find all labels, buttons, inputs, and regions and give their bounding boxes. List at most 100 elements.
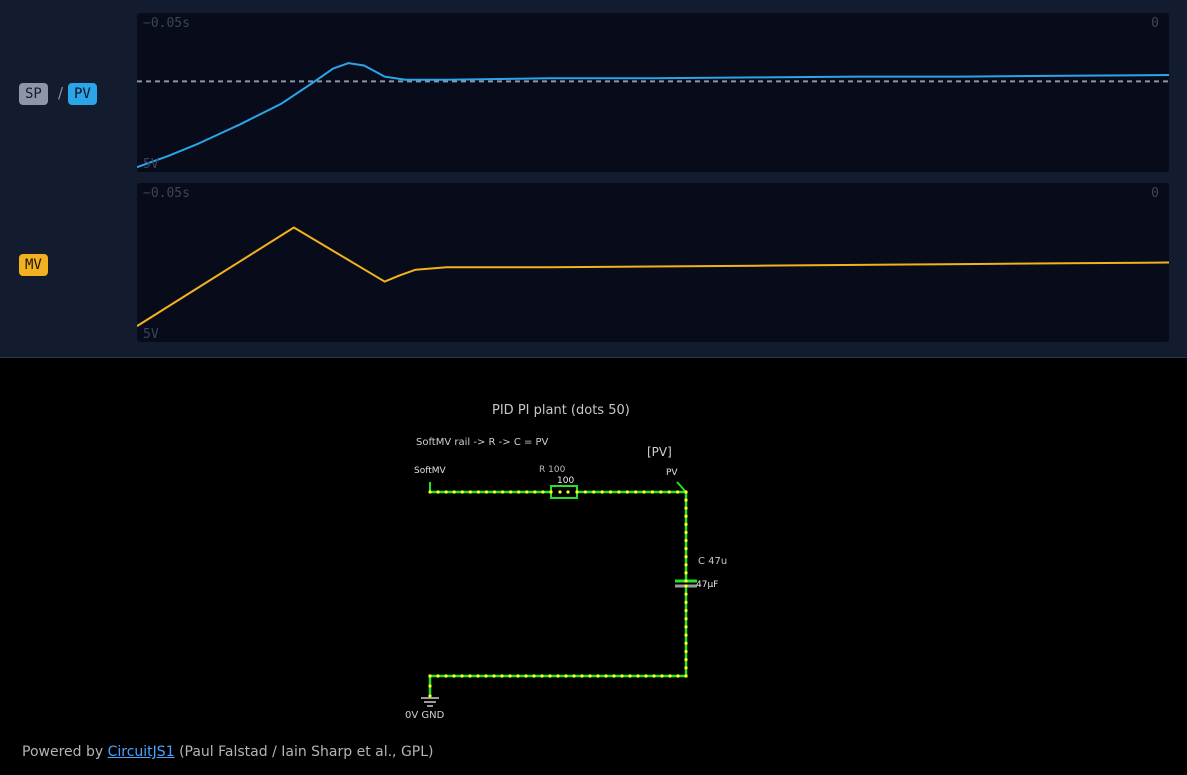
current-dot	[484, 490, 489, 494]
time-end-label: 0	[1151, 16, 1159, 31]
pv-node-label: PV	[666, 468, 678, 478]
current-dot	[558, 490, 562, 494]
current-dot	[684, 555, 688, 559]
current-dot	[476, 674, 480, 678]
current-dot	[684, 571, 688, 575]
mv-plot-canvas	[137, 226, 1169, 327]
current-dot	[596, 674, 600, 678]
current-dot	[484, 674, 488, 678]
sp-pv-scope-plot[interactable]: −0.05s 0 5V	[137, 13, 1169, 172]
circuit-canvas[interactable]: PID PI plant (dots 50) SoftMV rail -> R …	[0, 358, 1187, 775]
current-dot	[636, 674, 640, 678]
current-dot	[444, 674, 448, 678]
circuit-title: PID PI plant (dots 50)	[492, 403, 630, 418]
current-dot	[617, 490, 621, 494]
current-dot	[684, 538, 688, 543]
circuit-description: SoftMV rail -> R -> C = PV	[416, 437, 549, 448]
current-dot	[684, 498, 688, 502]
current-dot	[600, 490, 604, 494]
current-dot	[668, 674, 672, 678]
pv-trace	[137, 62, 1169, 169]
current-dot	[684, 547, 688, 551]
current-dot	[684, 490, 688, 494]
current-dot	[667, 490, 671, 494]
current-dot	[644, 674, 648, 678]
softmv-label: SoftMV	[414, 466, 446, 476]
current-dot	[684, 641, 688, 645]
sp-badge[interactable]: SP	[19, 83, 48, 105]
footer-credits: Powered by CircuitJS1 (Paul Falstad / Ia…	[22, 744, 434, 760]
wires	[428, 481, 688, 698]
time-start-label: −0.05s	[143, 186, 190, 201]
circuit-schematic	[421, 481, 697, 707]
current-dot	[540, 674, 544, 678]
resistor-name-label: R 100	[539, 465, 566, 475]
current-dot	[501, 490, 505, 494]
scale-label: 5V	[143, 157, 159, 172]
current-dot	[684, 579, 688, 583]
current-dot	[620, 674, 624, 678]
mv-badge[interactable]: MV	[19, 254, 48, 276]
pv-net-label: [PV]	[647, 445, 672, 459]
current-dot	[556, 674, 560, 678]
current-dot	[650, 490, 655, 494]
current-dot	[676, 674, 680, 678]
current-dot	[541, 490, 545, 494]
current-dot	[583, 490, 587, 494]
current-dot	[684, 592, 688, 596]
current-dot	[642, 490, 646, 494]
current-dot	[684, 514, 688, 518]
current-dot	[517, 490, 521, 494]
current-dot	[608, 490, 613, 494]
current-dot	[428, 694, 432, 698]
capacitor-value-label: 47µF	[696, 580, 719, 590]
current-dot	[588, 674, 592, 678]
resistor-value-label: 100	[557, 476, 575, 486]
current-dot	[566, 490, 570, 494]
current-dot	[684, 522, 688, 526]
current-dot	[659, 490, 663, 494]
current-dot	[428, 490, 432, 494]
current-dot	[592, 490, 596, 494]
current-dot	[452, 674, 456, 678]
current-dot	[604, 674, 608, 678]
current-dot	[436, 674, 440, 678]
current-dot	[460, 674, 464, 678]
ground-symbol	[421, 697, 439, 707]
mv-scope-plot[interactable]: −0.05s 0 5V	[137, 183, 1169, 342]
scope-panel: SP / PV MV −0.05s 0 5V −0.05s 0 5V	[0, 0, 1187, 358]
current-dot	[612, 674, 616, 678]
current-dot	[628, 674, 632, 678]
current-dot	[564, 674, 568, 678]
current-dot	[684, 666, 688, 670]
current-dot	[452, 490, 456, 494]
current-dot	[532, 674, 536, 678]
pv-probe-lead	[676, 481, 687, 493]
current-dot	[684, 600, 688, 604]
footer-suffix: (Paul Falstad / Iain Sharp et al., GPL)	[179, 744, 434, 760]
badge-separator: /	[58, 84, 64, 102]
current-dot	[548, 674, 552, 678]
current-dot	[516, 674, 520, 678]
current-dot	[684, 649, 688, 654]
current-dot	[476, 490, 480, 494]
current-dot	[684, 674, 688, 678]
mv-trace	[137, 226, 1169, 327]
current-dot	[436, 490, 440, 494]
current-dot	[525, 490, 529, 494]
current-dot	[652, 674, 656, 678]
current-dot	[508, 674, 512, 678]
current-dot	[444, 490, 448, 494]
current-dot	[460, 490, 464, 494]
current-dot	[428, 684, 432, 688]
current-dot	[684, 608, 688, 613]
current-dot	[684, 563, 688, 567]
current-dots	[428, 490, 688, 698]
sp-pv-plot-canvas	[137, 62, 1169, 169]
circuitjs-link[interactable]: CircuitJS1	[108, 744, 175, 760]
current-dot	[500, 674, 504, 678]
current-dot	[428, 674, 432, 678]
current-dot	[684, 584, 688, 588]
resistor	[550, 485, 578, 499]
pv-badge[interactable]: PV	[68, 83, 97, 105]
